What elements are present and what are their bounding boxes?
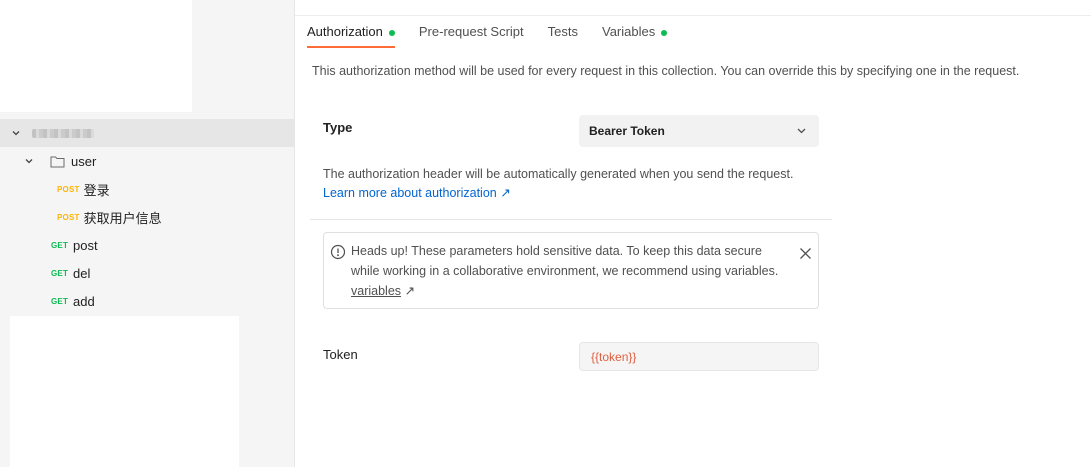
request-name: post [73,237,98,253]
folder-row-user[interactable]: user [0,147,294,175]
status-dot [661,30,668,36]
sensitive-data-alert: Heads up! These parameters hold sensitiv… [323,232,819,309]
tab-pre-request-script[interactable]: Pre-request Script [419,22,524,48]
token-value: {{token}} [591,349,637,364]
close-icon[interactable] [799,247,812,265]
chevron-down-icon[interactable] [9,126,23,140]
divider [295,15,1091,16]
auth-type-value: Bearer Token [589,124,665,138]
external-link-icon: ↗ [401,284,415,298]
info-icon [330,244,346,265]
tab-variables[interactable]: Variables [602,22,668,48]
learn-more-link[interactable]: Learn more about authorization ↗ [323,184,793,203]
type-label: Type [323,120,353,135]
tab-label: Variables [602,24,656,39]
tab-authorization[interactable]: Authorization [307,22,395,48]
token-input[interactable]: {{token}} [579,342,819,371]
help-text: The authorization header will be automat… [323,167,794,181]
method-badge: GET [51,296,69,306]
chevron-down-icon[interactable] [22,154,36,168]
request-name: add [73,293,95,309]
method-badge: POST [57,184,80,194]
method-badge: POST [57,212,80,222]
tab-tests[interactable]: Tests [548,22,578,48]
sidebar: user POST 登录 POST 获取用户信息 GET post GET de… [0,0,295,467]
tab-bar: Authorization Pre-request Script Tests V… [307,22,691,48]
auth-type-select[interactable]: Bearer Token [579,115,819,147]
folder-name: user [71,153,97,169]
tab-label: Authorization [307,24,383,39]
folder-icon [50,155,65,168]
collection-row[interactable] [0,119,294,147]
request-name: del [73,265,91,281]
method-badge: GET [51,240,69,250]
request-item[interactable]: GET del [0,259,294,287]
app-window: user POST 登录 POST 获取用户信息 GET post GET de… [0,0,1091,467]
alert-text-block: Heads up! These parameters hold sensitiv… [351,241,781,301]
collection-name-redacted [32,128,94,138]
collection-settings-panel: Authorization Pre-request Script Tests V… [295,0,1091,467]
auth-help: The authorization header will be automat… [323,165,793,203]
sidebar-blank-area [0,0,192,112]
request-item[interactable]: GET add [0,287,294,315]
sidebar-blank-area [10,316,239,467]
request-item[interactable]: GET post [0,231,294,259]
divider [310,219,832,220]
status-dot [388,30,395,36]
tab-label: Tests [547,24,578,39]
token-label: Token [323,347,358,362]
method-badge: GET [51,268,69,278]
request-name: 登录 [83,182,110,198]
tab-label: Pre-request Script [418,24,524,39]
auth-description: This authorization method will be used f… [312,64,1020,78]
variables-link[interactable]: variables [351,284,401,298]
request-item[interactable]: POST 登录 [0,175,294,203]
alert-text: Heads up! These parameters hold sensitiv… [351,244,779,278]
request-name: 获取用户信息 [83,210,162,226]
request-item[interactable]: POST 获取用户信息 [0,203,294,231]
chevron-down-icon [796,125,807,139]
